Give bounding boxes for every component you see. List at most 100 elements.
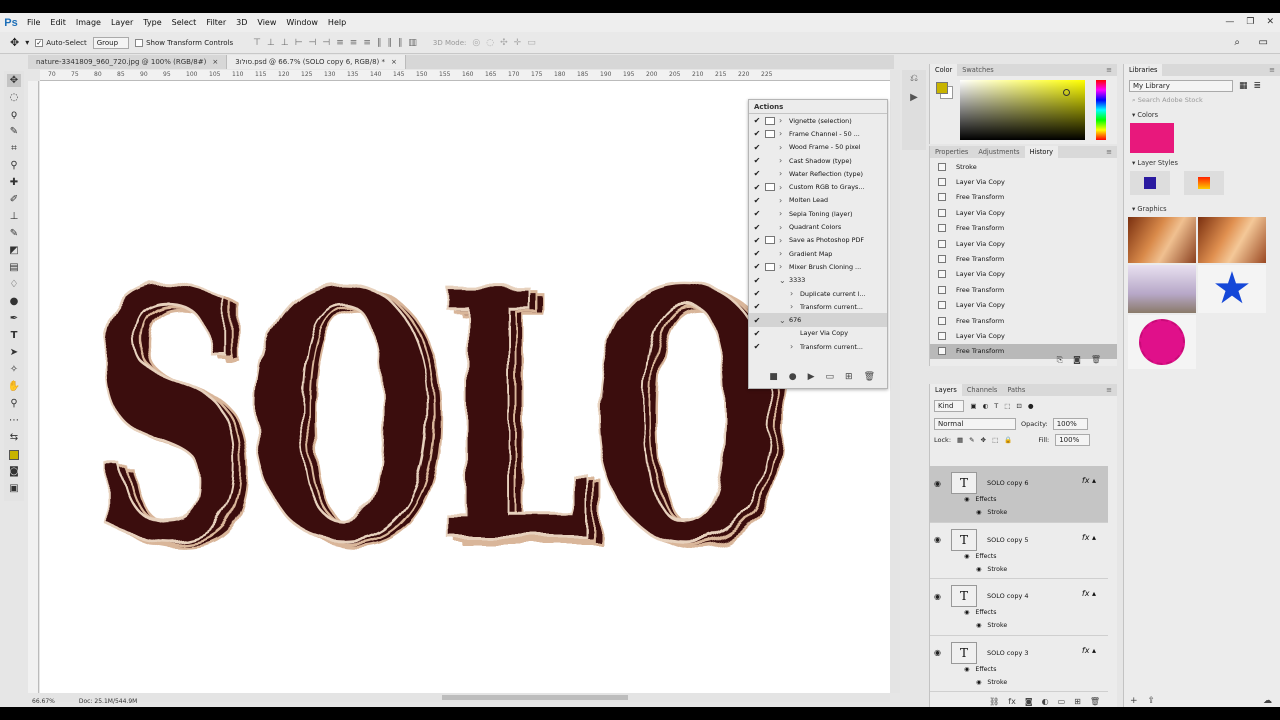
mask-icon[interactable]: ◙ (1025, 697, 1033, 706)
disclosure-arrow-icon[interactable]: › (779, 169, 789, 178)
history-state[interactable]: Layer Via Copy (930, 236, 1117, 251)
dialog-toggle[interactable] (765, 343, 775, 351)
distribute-right-icon[interactable]: ∥ (398, 38, 403, 48)
panel-menu-icon[interactable]: ≡ (1106, 66, 1112, 74)
new-action-icon[interactable]: ⊞ (845, 372, 853, 382)
action-toggle-check[interactable]: ✔ (749, 196, 765, 205)
list-view-icon[interactable]: ≣ (1254, 81, 1262, 91)
disclosure-arrow-icon[interactable]: › (779, 183, 789, 192)
fill-field[interactable]: 100% (1055, 434, 1091, 446)
graphic-pink-badge[interactable] (1128, 315, 1196, 369)
filter-kind-dropdown[interactable]: Kind (934, 400, 965, 412)
filter-adjust-icon[interactable]: ◐ (983, 402, 989, 410)
stock-search[interactable]: ⌕ Search Adobe Stock (1124, 96, 1280, 105)
disclosure-arrow-icon[interactable]: › (779, 129, 789, 138)
layer-name[interactable]: SOLO copy 6 (987, 479, 1029, 487)
stop-icon[interactable]: ■ (769, 372, 778, 382)
action-toggle-check[interactable]: ✔ (749, 289, 765, 298)
search-icon[interactable]: ⌕ (1234, 37, 1240, 48)
menu-edit[interactable]: Edit (45, 13, 71, 32)
panel-menu-icon[interactable]: ≡ (1269, 66, 1275, 74)
history-state[interactable]: Stroke (930, 159, 1117, 174)
filter-type-icon[interactable]: T (994, 402, 998, 410)
action-item[interactable]: ✔ › Custom RGB to Grays... (749, 180, 887, 193)
color-picker-cursor[interactable] (1063, 89, 1070, 96)
dodge-tool-icon[interactable]: ● (7, 295, 21, 308)
new-set-icon[interactable]: ▭ (826, 372, 835, 382)
filter-toggle-icon[interactable]: ● (1028, 402, 1034, 410)
fx-icon[interactable]: fx ▴ (1082, 589, 1096, 598)
visibility-eye-icon[interactable]: ◉ (964, 666, 969, 673)
type-layer-thumbnail-icon[interactable]: T (950, 472, 977, 494)
quick-select-tool-icon[interactable]: ✎ (7, 125, 21, 138)
disclosure-arrow-icon[interactable]: › (779, 223, 789, 232)
layer-styles-section-title[interactable]: ▾ Layer Styles (1124, 159, 1280, 167)
effects-row[interactable]: ◉ Effects (964, 609, 996, 616)
workspace-icon[interactable]: ▭ (1259, 37, 1268, 48)
filter-shape-icon[interactable]: ⬚ (1004, 402, 1010, 410)
fx-icon[interactable]: fx (1008, 697, 1016, 706)
tab-libraries[interactable]: Libraries (1124, 64, 1163, 76)
layer-name[interactable]: SOLO copy 5 (987, 536, 1029, 544)
dialog-toggle[interactable] (765, 223, 775, 231)
auto-align-icon[interactable]: ▥ (408, 38, 417, 48)
action-item[interactable]: ✔ › Transform current... (749, 340, 887, 353)
dialog-toggle[interactable] (765, 196, 775, 204)
disclosure-arrow-icon[interactable]: › (779, 116, 789, 125)
disclosure-arrow-icon[interactable]: › (779, 262, 789, 271)
tab-history[interactable]: History (1024, 146, 1059, 158)
distribute-middle-icon[interactable]: ≡ (350, 38, 358, 48)
history-state[interactable]: Layer Via Copy (930, 298, 1117, 313)
disclosure-arrow-icon[interactable]: ⌄ (779, 316, 789, 325)
dialog-toggle[interactable] (765, 210, 775, 218)
action-item[interactable]: ✔ › Wood Frame - 50 pixel (749, 141, 887, 154)
dialog-toggle[interactable] (765, 183, 775, 192)
graphic-landscape[interactable] (1128, 265, 1196, 313)
visibility-eye-icon[interactable]: ◉ (976, 566, 981, 573)
auto-select-checkbox[interactable]: ✓ Auto-Select (35, 38, 87, 47)
layer-row[interactable]: ◉ T SOLO copy 6 fx ▴ ◉ Effects ◉ Stroke (930, 466, 1108, 523)
chevron-down-icon[interactable]: ▾ (25, 38, 29, 47)
action-item[interactable]: ✔ › Cast Shadow (type) (749, 154, 887, 167)
screen-mode-icon[interactable]: ▣ (7, 482, 21, 495)
shape-tool-icon[interactable]: ✧ (7, 363, 21, 376)
visibility-eye-icon[interactable]: ◉ (976, 679, 981, 686)
layer-name[interactable]: SOLO copy 3 (987, 649, 1029, 657)
action-item[interactable]: ✔ ⌄ 676 (749, 313, 887, 327)
menu-3d[interactable]: 3D (231, 13, 252, 32)
lock-transparent-icon[interactable]: ▦ (957, 436, 963, 444)
action-item[interactable]: ✔ Layer Via Copy (749, 327, 887, 340)
history-brush-tool-icon[interactable]: ✎ (7, 227, 21, 240)
path-selection-tool-icon[interactable]: ➤ (7, 346, 21, 359)
align-middle-icon[interactable]: ⊥ (267, 38, 275, 48)
dialog-toggle[interactable] (765, 262, 775, 271)
tab-nature-jpg[interactable]: nature-3341809_960_720.jpg @ 100% (RGB/8… (28, 55, 228, 69)
dialog-toggle[interactable] (765, 236, 775, 245)
hand-tool-icon[interactable]: ✋ (7, 380, 21, 393)
fx-icon[interactable]: fx ▴ (1082, 533, 1096, 542)
healing-brush-tool-icon[interactable]: ✚ (7, 176, 21, 189)
action-toggle-check[interactable]: ✔ (749, 342, 765, 351)
dialog-toggle[interactable] (765, 276, 775, 284)
history-state[interactable]: Free Transform (930, 282, 1117, 297)
disclosure-arrow-icon[interactable]: › (779, 156, 789, 165)
snapshot-icon[interactable]: ◙ (1073, 355, 1081, 365)
visibility-eye-icon[interactable]: ◉ (976, 622, 981, 629)
action-item[interactable]: ✔ › Vignette (selection) (749, 114, 887, 127)
action-toggle-check[interactable]: ✔ (749, 169, 765, 178)
effects-row[interactable]: ◉ Effects (964, 496, 996, 503)
lock-all-icon[interactable]: 🔒 (1004, 436, 1012, 444)
visibility-eye-icon[interactable]: ◉ (964, 609, 969, 616)
3d-scale-icon[interactable]: ▭ (527, 38, 536, 48)
distribute-top-icon[interactable]: ≡ (336, 38, 344, 48)
opacity-field[interactable]: 100% (1052, 418, 1088, 430)
menu-filter[interactable]: Filter (201, 13, 231, 32)
layer-row[interactable]: ◉ T SOLO copy 3 fx ▴ ◉ Effects ◉ Stroke (930, 636, 1108, 693)
action-item[interactable]: ✔ › Sepia Toning (layer) (749, 207, 887, 220)
action-toggle-check[interactable]: ✔ (749, 329, 765, 338)
dialog-toggle[interactable] (765, 143, 775, 151)
library-dropdown[interactable]: My Library (1129, 80, 1233, 92)
upload-icon[interactable]: ⇪ (1148, 696, 1156, 706)
action-item[interactable]: ✔ › Quadrant Colors (749, 220, 887, 233)
history-state[interactable]: Layer Via Copy (930, 267, 1117, 282)
